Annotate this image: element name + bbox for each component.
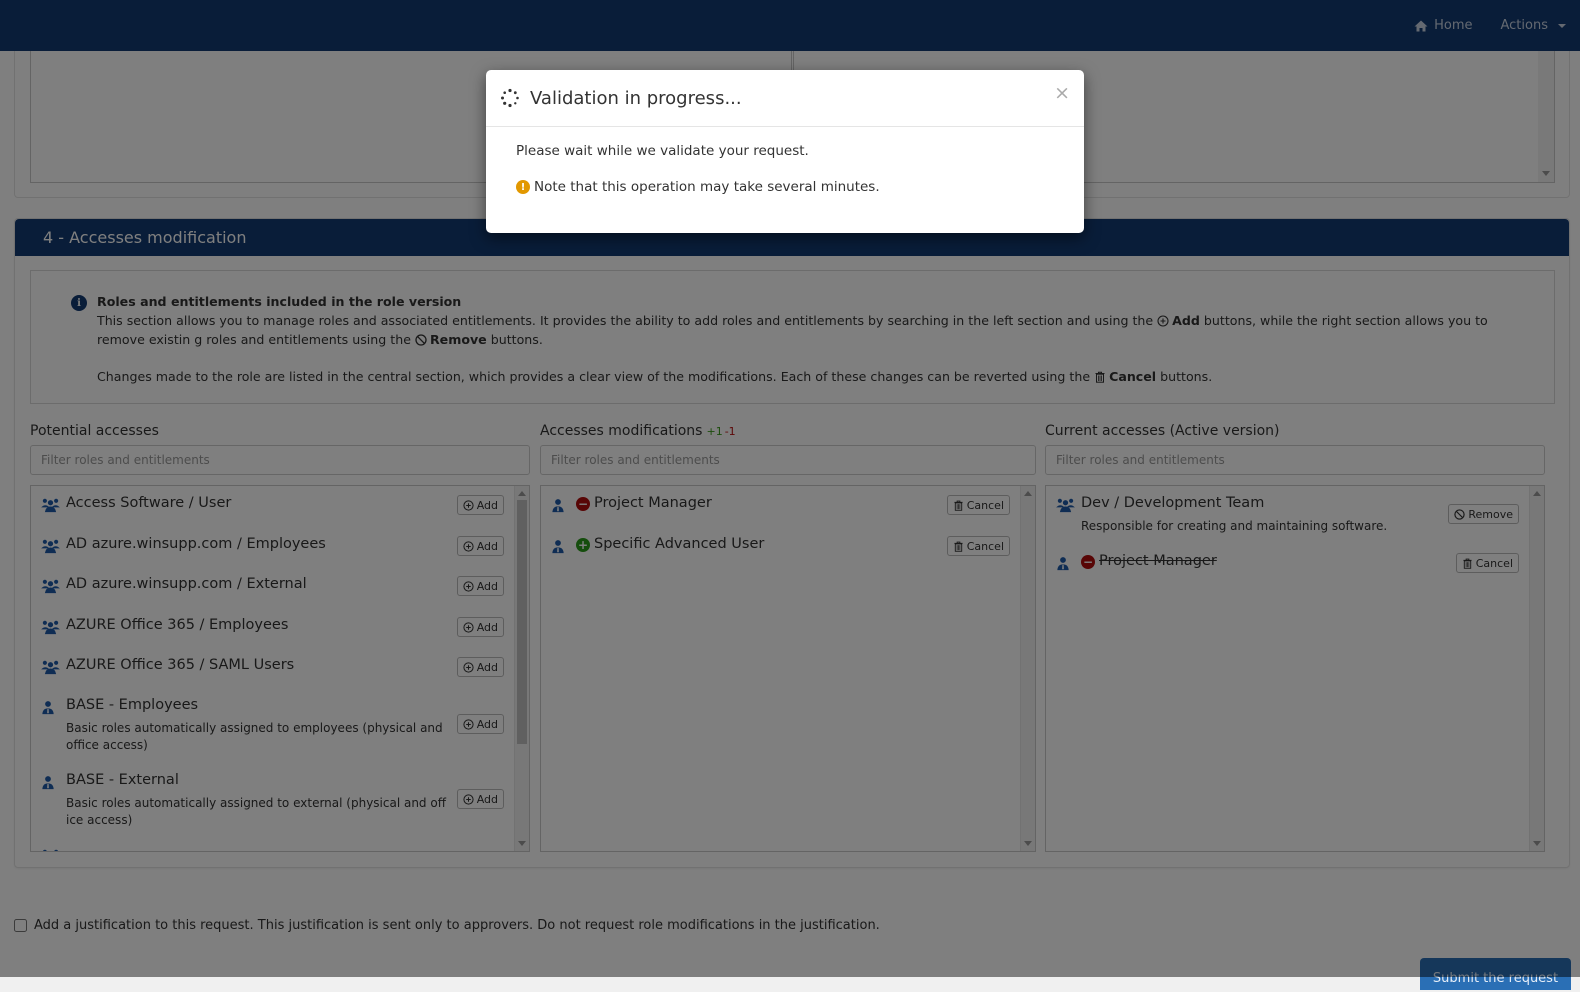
modal-message: Please wait while we validate your reque…: [516, 143, 809, 159]
modal-note: ! Note that this operation may take seve…: [516, 179, 1054, 195]
validation-modal: Validation in progress... × Please wait …: [486, 70, 1084, 233]
modal-header: Validation in progress... ×: [486, 70, 1084, 127]
modal-note-text: Note that this operation may take severa…: [534, 179, 880, 195]
modal-title: Validation in progress...: [530, 87, 742, 109]
modal-body: Please wait while we validate your reque…: [486, 127, 1084, 211]
warning-icon: !: [516, 180, 530, 194]
footer-strip: [0, 977, 1580, 992]
spinner-icon: [501, 88, 519, 108]
modal-close-button[interactable]: ×: [1054, 84, 1070, 103]
